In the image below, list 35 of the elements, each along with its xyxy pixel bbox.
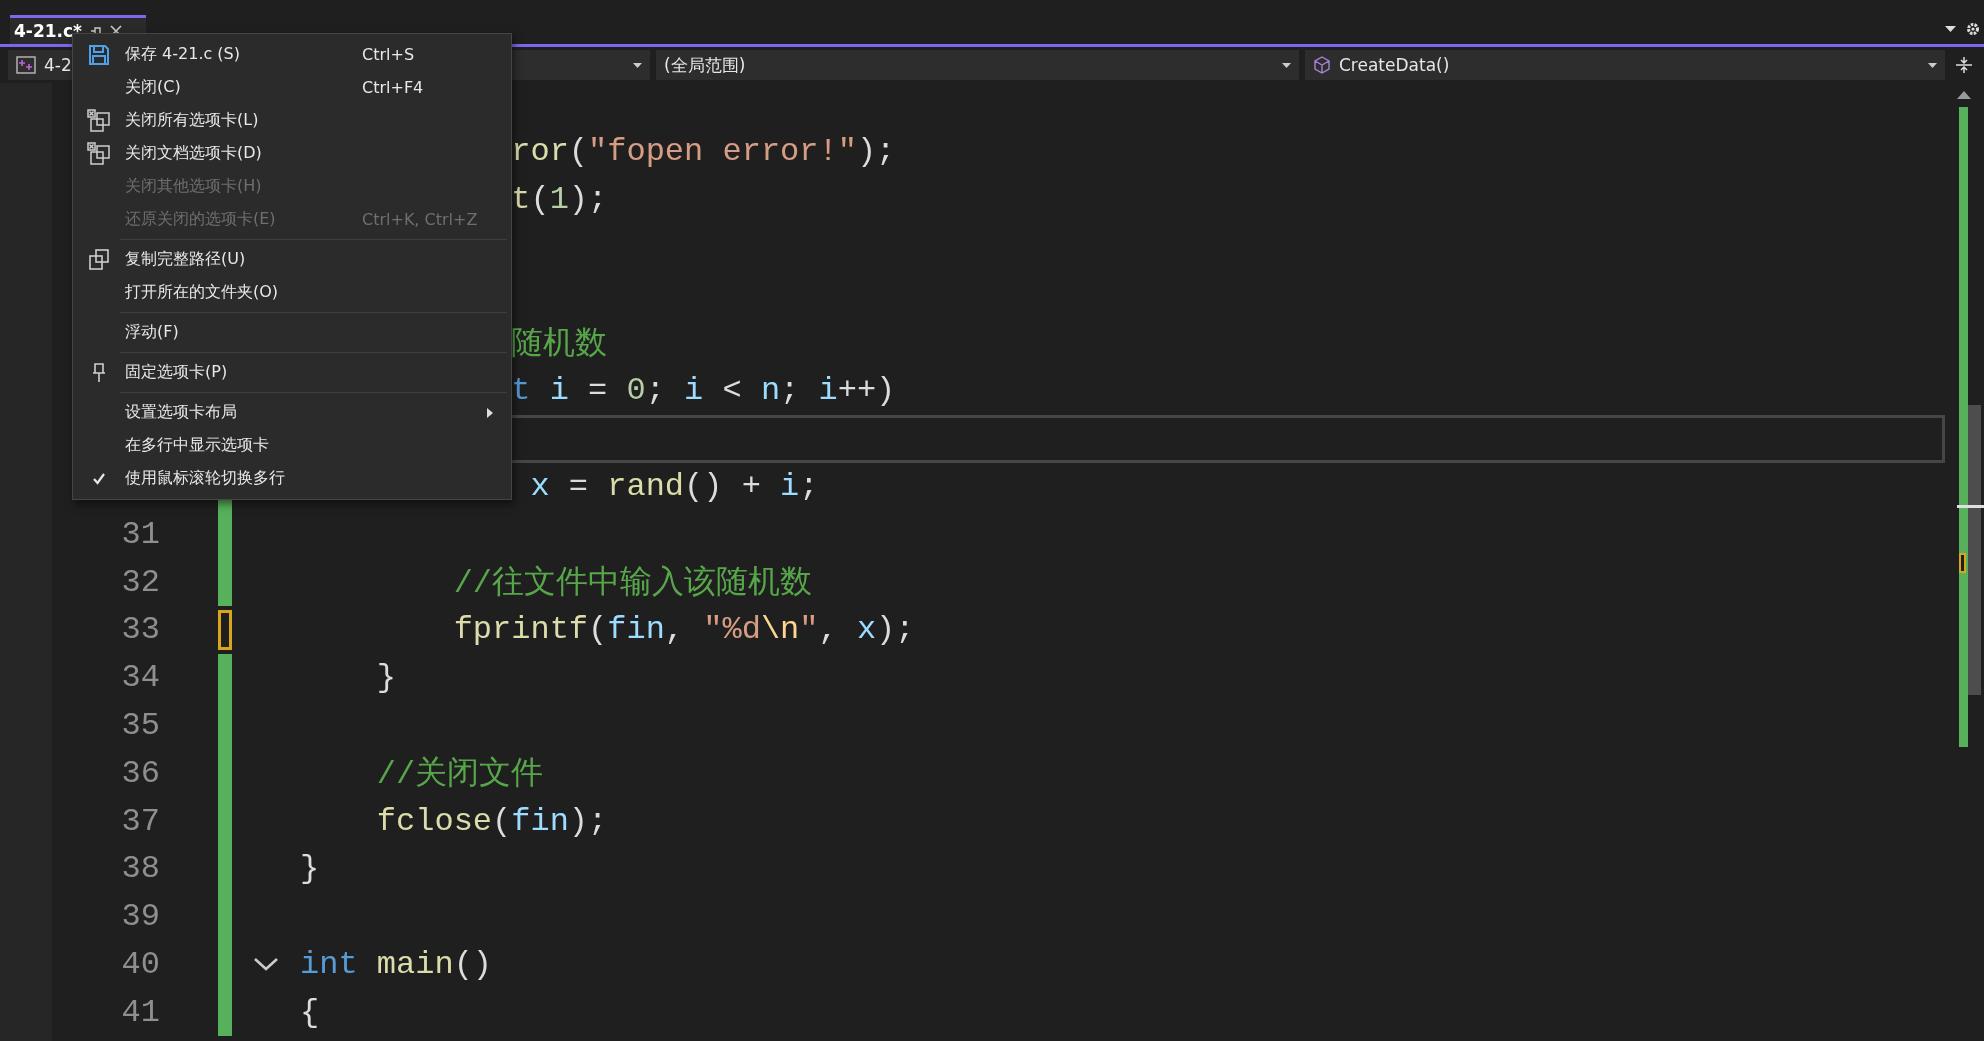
line-number: 36 xyxy=(120,754,160,792)
code-line: //往文件中输入该随机数 xyxy=(452,564,813,605)
line-number: 34 xyxy=(120,659,160,697)
menu-item[interactable]: 关闭(C) Ctrl+F4 xyxy=(73,71,511,104)
line-number: 35 xyxy=(120,706,160,744)
line-number: 38 xyxy=(120,850,160,888)
menu-item[interactable]: 设置选项卡布局 xyxy=(73,396,511,429)
code-line: //关闭文件 xyxy=(375,755,544,796)
menu-item[interactable]: 浮动(F) xyxy=(73,316,511,349)
menu-item[interactable]: 在多行中显示选项卡 xyxy=(73,429,511,462)
menu-item[interactable]: 复制完整路径(U) xyxy=(73,243,511,276)
code-line: t i = 0; i < n; i++) xyxy=(510,372,896,410)
code-line: } xyxy=(375,659,396,697)
line-number: 33 xyxy=(120,611,160,649)
menu-item[interactable]: 使用鼠标滚轮切换多行 xyxy=(73,462,511,495)
code-line: 随机数 xyxy=(510,325,608,366)
menu-item[interactable]: 固定选项卡(P) xyxy=(73,356,511,389)
navigation-dropdown[interactable]: CreateData() xyxy=(1305,50,1945,80)
code-line: x = rand() + i; xyxy=(529,467,819,505)
line-number: 32 xyxy=(120,563,160,601)
code-line: fclose(fin); xyxy=(375,802,608,840)
code-line: { xyxy=(300,993,320,1031)
line-number: 39 xyxy=(120,898,160,936)
line-number: 41 xyxy=(120,993,160,1031)
navigation-dropdown[interactable]: (全局范围) xyxy=(656,50,1299,80)
line-number: 31 xyxy=(120,515,160,553)
code-line: } xyxy=(300,850,320,888)
menu-item[interactable]: 关闭文档选项卡(D) xyxy=(73,137,511,170)
code-line: ror("fopen error!"); xyxy=(510,133,896,171)
code-line: fprintf(fin, "%d\n", x); xyxy=(452,611,915,649)
line-number: 40 xyxy=(120,945,160,983)
line-number: 37 xyxy=(120,802,160,840)
code-line: int main() xyxy=(300,945,493,983)
menu-item[interactable]: 打开所在的文件夹(O) xyxy=(73,276,511,309)
menu-item[interactable]: 关闭所有选项卡(L) xyxy=(73,104,511,137)
